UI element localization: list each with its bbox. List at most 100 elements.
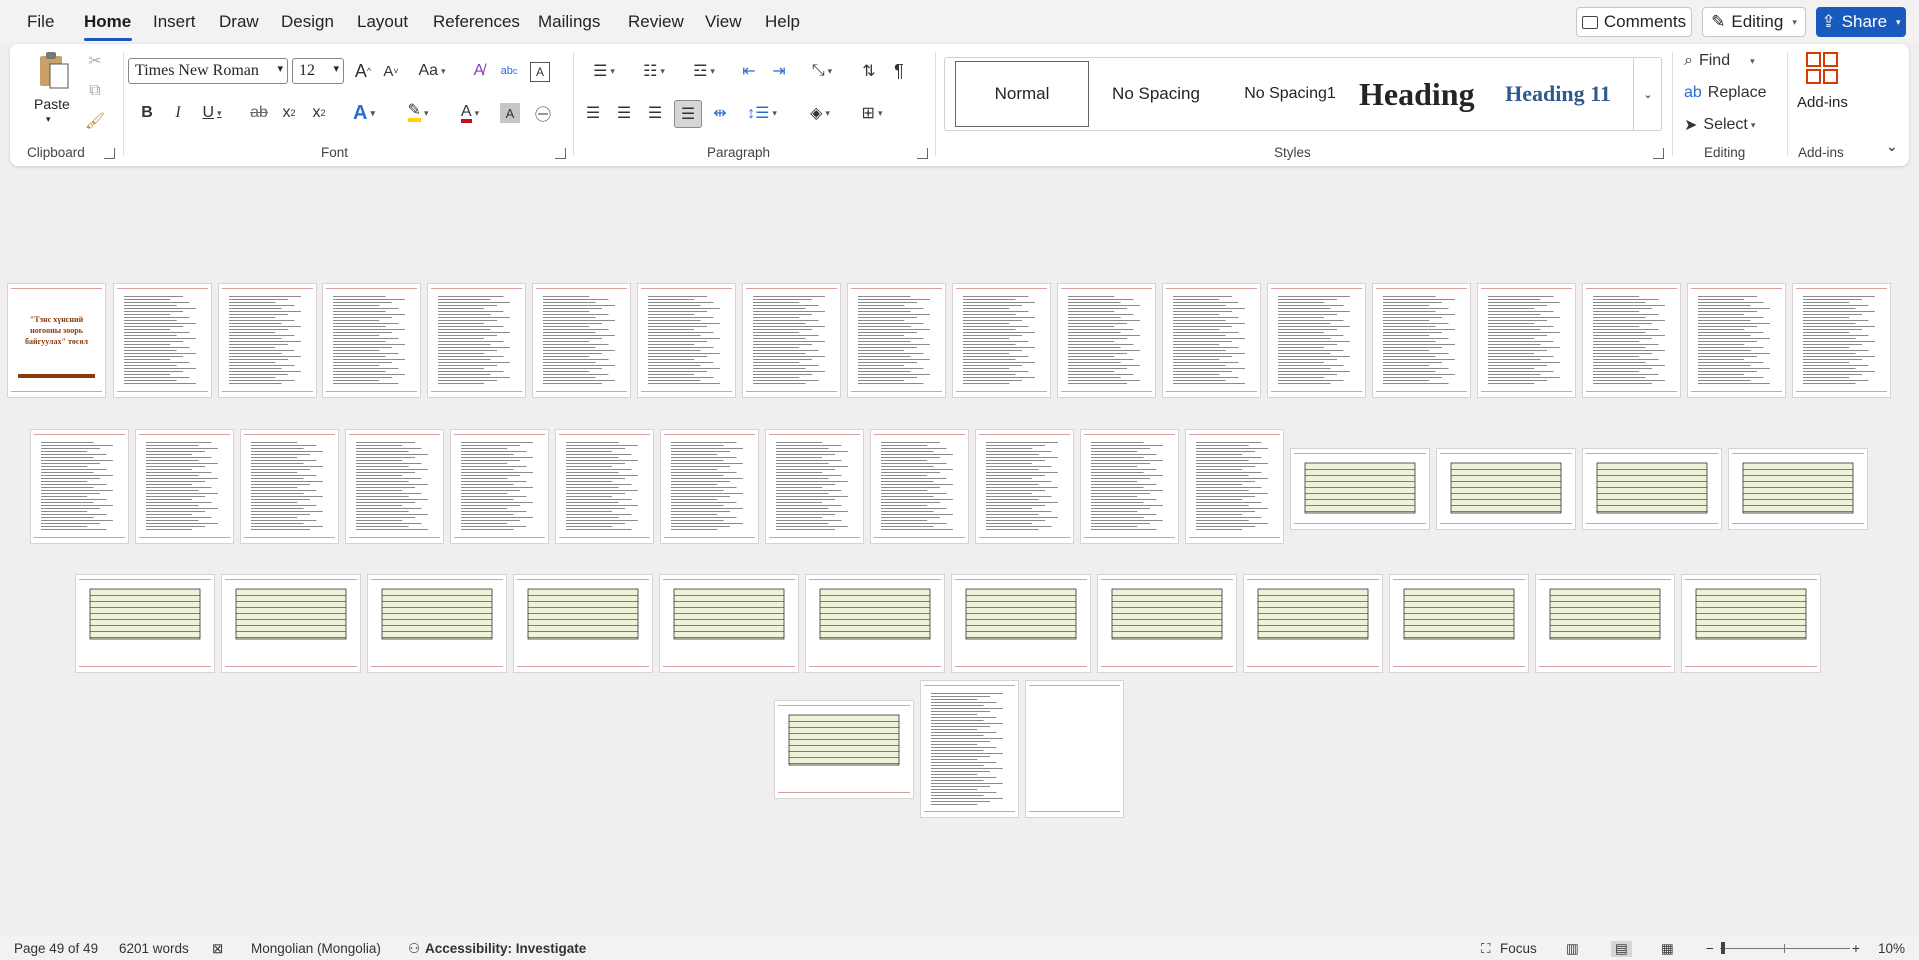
styles-launcher-icon[interactable]	[1653, 148, 1664, 159]
share-button[interactable]: ⇪ Share ▾	[1816, 7, 1906, 37]
page-thumbnail[interactable]	[1098, 575, 1236, 672]
subscript-icon[interactable]: x2	[276, 100, 302, 126]
font-launcher-icon[interactable]	[555, 148, 566, 159]
page-thumbnail[interactable]	[660, 575, 798, 672]
page-thumbnail[interactable]	[1081, 430, 1178, 543]
paragraph-launcher-icon[interactable]	[917, 148, 928, 159]
tab-view[interactable]: View	[705, 12, 742, 32]
borders-icon[interactable]: ⊞ ▾	[850, 100, 894, 126]
select-button[interactable]: ➤ Select ▾	[1684, 112, 1774, 138]
tab-design[interactable]: Design	[281, 12, 334, 32]
align-left-icon[interactable]: ☰	[580, 100, 606, 126]
page-thumbnail[interactable]	[368, 575, 506, 672]
page-thumbnail[interactable]	[661, 430, 758, 543]
page-thumbnail[interactable]	[806, 575, 944, 672]
style-no-spacing1[interactable]: No Spacing1	[1225, 58, 1355, 130]
page-thumbnail[interactable]	[346, 430, 443, 543]
tab-insert[interactable]: Insert	[153, 12, 196, 32]
page-thumbnail[interactable]	[1058, 284, 1155, 397]
decrease-indent-icon[interactable]: ⇤	[736, 58, 762, 84]
page-thumbnail[interactable]	[1163, 284, 1260, 397]
sort-icon[interactable]: ⇅	[856, 58, 882, 84]
clear-formatting-icon[interactable]: A̸	[466, 58, 492, 84]
highlight-color-icon[interactable]: ✎ ▾	[396, 100, 440, 126]
shrink-font-icon[interactable]: A ˅	[378, 58, 404, 84]
paste-button[interactable]: Paste	[34, 96, 70, 112]
zoom-slider-thumb[interactable]	[1721, 942, 1725, 954]
page-thumbnail[interactable]	[1682, 575, 1820, 672]
page-thumbnail[interactable]	[976, 430, 1073, 543]
page-thumbnail[interactable]	[743, 284, 840, 397]
page-thumbnail[interactable]	[31, 430, 128, 543]
grow-font-icon[interactable]: A ^	[350, 58, 376, 84]
page-thumbnail[interactable]	[766, 430, 863, 543]
page-thumbnail[interactable]	[76, 575, 214, 672]
strikethrough-icon[interactable]: ab	[246, 100, 272, 126]
tab-references[interactable]: References	[433, 12, 520, 32]
document-pages-area[interactable]: "Тэнс хүнсний ногооны зоорь байгуулах" т…	[0, 166, 1919, 936]
font-color-icon[interactable]: A ▾	[448, 100, 492, 126]
zoom-level[interactable]: 10%	[1878, 941, 1905, 956]
page-thumbnail[interactable]	[1390, 575, 1528, 672]
page-thumbnail[interactable]	[953, 284, 1050, 397]
page-thumbnail[interactable]	[1244, 575, 1382, 672]
font-size-dropdown[interactable]: 12 ▾	[292, 58, 344, 84]
numbering-icon[interactable]: ☷ ▾	[632, 58, 676, 84]
page-thumbnail[interactable]	[638, 284, 735, 397]
accessibility-status[interactable]: Accessibility: Investigate	[425, 941, 586, 956]
justify-icon[interactable]: ☰	[674, 100, 702, 128]
page-thumbnail[interactable]	[241, 430, 338, 543]
phonetic-guide-icon[interactable]: ab c	[496, 58, 522, 84]
font-family-dropdown[interactable]: Times New Roman ▾	[128, 58, 288, 84]
underline-icon[interactable]: U ▾	[194, 100, 230, 126]
bold-icon[interactable]: B	[134, 100, 160, 126]
add-ins-button[interactable]: Add-ins	[1797, 94, 1848, 111]
chevron-down-icon[interactable]: ▾	[46, 114, 51, 125]
enclose-characters-icon[interactable]: ㊀	[530, 100, 556, 126]
page-thumbnail[interactable]	[428, 284, 525, 397]
copy-icon[interactable]: ⧉	[84, 80, 106, 102]
increase-indent-icon[interactable]: ⇥	[766, 58, 792, 84]
page-thumbnail[interactable]	[1793, 284, 1890, 397]
tab-help[interactable]: Help	[765, 12, 800, 32]
page-thumbnail[interactable]	[136, 430, 233, 543]
page-thumbnail[interactable]: "Тэнс хүнсний ногооны зоорь байгуулах" т…	[8, 284, 105, 397]
page-thumbnail[interactable]	[1373, 284, 1470, 397]
page-thumbnail[interactable]	[1186, 430, 1283, 543]
zoom-out-icon[interactable]: −	[1706, 941, 1714, 956]
text-direction-icon[interactable]: ⤡ ▾	[800, 58, 844, 84]
paste-icon[interactable]	[32, 50, 72, 90]
page-thumbnail[interactable]	[219, 284, 316, 397]
tab-draw[interactable]: Draw	[219, 12, 259, 32]
line-spacing-icon[interactable]: ↕☰ ▾	[740, 100, 784, 126]
page-thumbnail[interactable]	[1583, 284, 1680, 397]
align-center-icon[interactable]: ☰	[611, 100, 637, 126]
focus-button[interactable]: Focus	[1500, 941, 1537, 956]
shading-icon[interactable]: ◈ ▾	[798, 100, 842, 126]
web-layout-icon[interactable]: ▦	[1661, 941, 1674, 957]
superscript-icon[interactable]: x2	[306, 100, 332, 126]
comments-button[interactable]: Comments	[1576, 7, 1692, 37]
style-heading[interactable]: Heading	[1359, 58, 1479, 130]
tab-layout[interactable]: Layout	[357, 12, 408, 32]
cut-icon[interactable]: ✂	[84, 50, 106, 72]
proofing-icon[interactable]: ⊠	[212, 941, 223, 957]
tab-review[interactable]: Review	[628, 12, 684, 32]
replace-button[interactable]: ab Replace	[1684, 80, 1774, 106]
collapse-ribbon-icon[interactable]: ⌄	[1886, 138, 1898, 155]
page-thumbnail[interactable]	[556, 430, 653, 543]
tab-mailings[interactable]: Mailings	[538, 12, 600, 32]
zoom-slider[interactable]	[1720, 948, 1850, 949]
page-indicator[interactable]: Page 49 of 49	[14, 941, 98, 956]
clipboard-launcher-icon[interactable]	[104, 148, 115, 159]
page-thumbnail[interactable]	[514, 575, 652, 672]
zoom-in-icon[interactable]: +	[1852, 941, 1860, 956]
italic-icon[interactable]: I	[165, 100, 191, 126]
page-thumbnail[interactable]	[1026, 681, 1123, 817]
page-thumbnail[interactable]	[952, 575, 1090, 672]
page-thumbnail[interactable]	[775, 701, 913, 798]
format-painter-icon[interactable]: 🖌	[84, 110, 106, 132]
show-formatting-icon[interactable]: ¶	[886, 58, 912, 84]
add-ins-icon[interactable]	[1806, 52, 1838, 84]
page-thumbnail[interactable]	[1729, 449, 1867, 529]
